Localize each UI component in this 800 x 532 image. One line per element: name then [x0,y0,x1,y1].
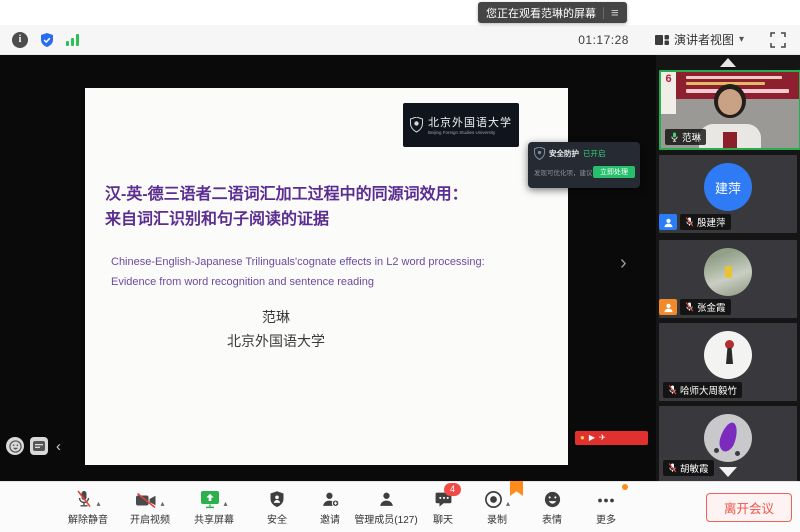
chevron-up-icon[interactable]: ▴ [223,499,227,509]
microphone-muted-icon [685,216,694,228]
chevron-up-icon[interactable]: ▴ [160,499,164,509]
layout-icon [655,34,669,46]
participant-name: 张金霞 [697,300,726,314]
cohost-role-badge [659,299,677,315]
promo-play-icon: ▶ [589,434,595,442]
participant-name-chip: 张金霞 [680,299,731,315]
more-button[interactable]: 更多 [566,487,646,526]
next-slide-chevron-icon[interactable]: › [620,253,627,273]
promo-overlay[interactable]: ● ▶ ✈ [575,431,648,445]
emoji-reaction-icon[interactable] [6,437,24,455]
fullscreen-icon[interactable] [770,32,786,48]
scroll-down-icon[interactable] [719,467,737,477]
meeting-timer: 01:17:28 [578,33,629,47]
participant-name: 殷建萍 [697,215,726,229]
slide-affiliation: 北京外国语大学 [85,331,467,351]
view-mode-label: 演讲者视图 [674,31,734,48]
microphone-muted-icon [668,462,677,474]
logo-chinese-name: 北京外国语大学 [428,114,512,130]
participants-sidebar: 6 范琳 建萍 殷建萍 [656,55,800,481]
avatar [704,414,752,462]
presentation-slide: 北京外国语大学 Beijing Foreign Studies Universi… [85,88,568,465]
participant-name-chip: 胡敏霞 [663,460,714,476]
invite-person-icon [321,490,340,509]
microphone-muted-icon [668,384,677,396]
share-screen-icon [200,490,220,509]
members-person-icon [377,490,396,509]
popup-action-button[interactable]: 立即处理 [593,166,635,178]
banner-divider [603,7,604,19]
banner-menu-icon[interactable]: ≡ [611,6,619,19]
host-role-badge [659,214,677,230]
popup-status: 已开启 [583,148,606,159]
toolbar-label: 更多 [566,511,646,526]
security-shield-icon [269,490,285,509]
meeting-info-icon[interactable]: i [12,32,28,48]
microphone-muted-icon [685,301,694,313]
chevron-down-icon: ▾ [739,34,744,45]
top-toolbar: i 01:17:28 演讲者视图 ▾ [0,25,800,55]
participant-name-chip: 哈师大周毅竹 [663,382,742,398]
slide-title-line2: 来自词汇识别和句子阅读的证据 [105,207,545,232]
promo-dot-icon: ● [580,434,585,442]
participant-tile[interactable]: 建萍 殷建萍 [659,155,797,233]
anniversary-badge: 6 [661,72,676,114]
participant-name-chip: 殷建萍 [680,214,731,230]
avatar [704,248,752,296]
slide-subtitle-line1: Chinese-English-Japanese Trilinguals'cog… [111,252,551,272]
more-dots-icon [596,490,616,509]
chevron-up-icon[interactable]: ▴ [506,499,510,509]
slide-subtitle: Chinese-English-Japanese Trilinguals'cog… [111,252,551,292]
promo-plane-icon: ✈ [599,434,606,442]
avatar: 建萍 [704,163,752,211]
popup-shield-icon [534,147,545,160]
participant-name: 胡敏霞 [680,461,709,475]
popup-description: 发现可优化项，建议处理 [534,167,592,177]
screen-watching-banner: 您正在观看范琳的屏幕 ≡ [478,2,627,23]
network-signal-icon[interactable] [66,34,79,46]
shared-screen-stage: 北京外国语大学 Beijing Foreign Studies Universi… [0,55,656,481]
participant-name: 哈师大周毅竹 [680,383,737,397]
avatar [704,331,752,379]
slide-title: 汉-英-德三语者二语词汇加工过程中的同源词效用： 来自词汇识别和句子阅读的证据 [105,182,545,232]
bottom-toolbar: ▴ 解除静音 ▴ 开启视频 ▴ 共享屏幕 安全 邀请 管理成员(127) [0,481,800,532]
person-icon [663,217,674,228]
collapse-chevron-icon[interactable]: ‹ [56,439,61,454]
logo-english-name: Beijing Foreign Studies University [428,130,504,135]
leave-meeting-button[interactable]: 离开会议 [706,493,792,522]
smiley-icon [543,490,562,509]
meeting-security-shield-icon[interactable] [39,32,55,48]
main-area: 北京外国语大学 Beijing Foreign Studies Universi… [0,55,800,481]
banner-text: 您正在观看范琳的屏幕 [486,5,596,21]
security-popup: 安全防护 已开启 发现可优化项，建议处理 立即处理 [528,142,640,188]
scroll-up-icon[interactable] [720,58,736,67]
microphone-active-icon [670,131,679,143]
slide-subtitle-line2: Evidence from word recognition and sente… [111,272,551,292]
participant-tile[interactable]: 张金霞 [659,240,797,318]
participant-name: 范琳 [682,130,701,144]
avatar-initials: 建萍 [715,178,741,197]
slide-author: 范琳 [85,307,467,327]
popup-title: 安全防护 [549,148,579,159]
record-lens-icon [484,490,503,509]
participant-tile-speaker[interactable]: 6 范琳 [659,70,800,150]
microphone-muted-icon [75,489,93,509]
reactions-bar: ‹ [6,437,61,455]
university-shield-icon [410,117,423,133]
participant-tile[interactable]: 哈师大周毅竹 [659,323,797,401]
university-logo: 北京外国语大学 Beijing Foreign Studies Universi… [403,103,519,147]
caption-panel-icon[interactable] [30,437,48,455]
more-notification-dot [622,484,628,490]
participant-name-chip: 范琳 [665,129,706,145]
slide-title-line1: 汉-英-德三语者二语词汇加工过程中的同源词效用： [105,182,545,207]
view-mode-selector[interactable]: 演讲者视图 ▾ [649,28,750,51]
person-icon [663,302,674,313]
chevron-up-icon[interactable]: ▴ [96,499,100,509]
camera-off-icon [135,492,157,509]
